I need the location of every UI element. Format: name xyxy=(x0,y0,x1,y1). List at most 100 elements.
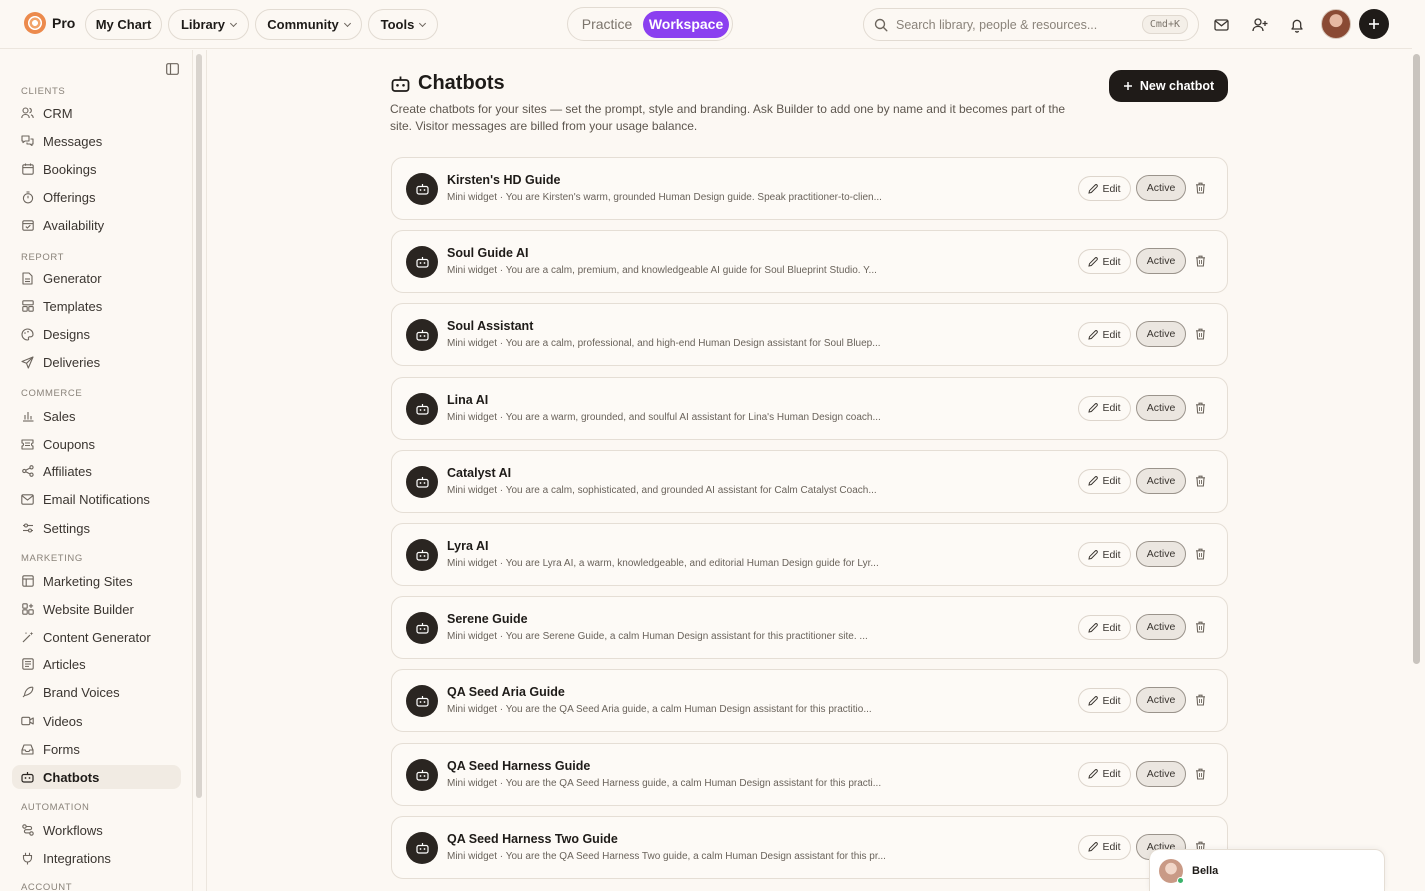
sidebar-item-affiliates[interactable]: Affiliates xyxy=(12,459,181,483)
chatbot-name: Lina AI xyxy=(447,392,489,407)
online-status-dot xyxy=(1177,876,1184,884)
trash-icon[interactable] xyxy=(1195,693,1206,711)
trash-icon[interactable] xyxy=(1195,181,1206,199)
presence-panel[interactable]: Bella xyxy=(1149,849,1385,891)
sidebar-item-label: Deliveries xyxy=(43,354,101,370)
create-plus-button[interactable] xyxy=(1359,9,1389,39)
trash-icon[interactable] xyxy=(1195,254,1206,272)
chat-bubbles-icon xyxy=(21,135,34,148)
nav-community[interactable]: Community xyxy=(255,9,362,40)
sidebar-item-coupons[interactable]: Coupons xyxy=(12,432,181,456)
edit-chatbot-button[interactable]: Edit xyxy=(1078,468,1131,494)
edit-chatbot-button[interactable]: Edit xyxy=(1078,542,1131,567)
edit-chatbot-button[interactable]: Edit xyxy=(1078,761,1131,787)
plus-icon xyxy=(1369,19,1379,29)
chatbot-name: Soul Guide AI xyxy=(447,246,529,261)
page-scrollbar[interactable] xyxy=(1413,54,1420,664)
chatbot-card: Lyra AI Mini widget · You are Lyra AI, a… xyxy=(391,523,1228,586)
sidebar-item-workflows[interactable]: Workflows xyxy=(12,818,181,842)
sidebar-item-crm[interactable]: CRM xyxy=(12,101,181,125)
trash-icon[interactable] xyxy=(1195,327,1206,345)
chatbot-name: Kirsten's HD Guide xyxy=(447,173,561,187)
nav-tools[interactable]: Tools xyxy=(368,9,438,40)
status-toggle-button[interactable]: Active xyxy=(1136,394,1186,421)
chatbot-description: Mini widget · You are a warm, grounded, … xyxy=(447,411,881,423)
nav-label: Library xyxy=(180,17,226,32)
sidebar-item-label: Sales xyxy=(43,408,76,424)
status-toggle-button[interactable]: Active xyxy=(1136,687,1186,714)
sidebar-item-label: Workflows xyxy=(43,822,103,838)
sidebar-item-brand-voices[interactable]: Brand Voices xyxy=(12,680,181,704)
bot-icon xyxy=(415,476,429,488)
pencil-icon xyxy=(1088,696,1099,706)
mode-workspace[interactable]: Workspace xyxy=(643,10,729,38)
sidebar-item-website-builder[interactable]: Website Builder xyxy=(12,597,181,621)
edit-chatbot-button[interactable]: Edit xyxy=(1078,834,1131,860)
pencil-icon xyxy=(1088,403,1099,413)
sidebar-item-offerings[interactable]: Offerings xyxy=(12,185,181,209)
mail-icon[interactable] xyxy=(1210,14,1232,36)
sidebar-item-email-notifications[interactable]: Email Notifications xyxy=(12,487,181,511)
status-toggle-button[interactable]: Active xyxy=(1136,467,1186,494)
pencil-icon xyxy=(1088,183,1099,194)
chatbot-description: Mini widget · You are Kirsten's warm, gr… xyxy=(447,192,882,203)
mode-switch: Practice Workspace xyxy=(567,7,733,41)
sidebar-item-templates[interactable]: Templates xyxy=(12,294,181,318)
status-toggle-button[interactable]: Active xyxy=(1136,248,1186,275)
sidebar-item-messages[interactable]: Messages xyxy=(12,129,181,153)
edit-chatbot-button[interactable]: Edit xyxy=(1078,615,1131,641)
trash-icon[interactable] xyxy=(1195,401,1206,419)
sidebar-item-sales[interactable]: Sales xyxy=(12,404,181,428)
bar-chart-icon xyxy=(21,410,34,423)
edit-chatbot-button[interactable]: Edit xyxy=(1078,395,1131,421)
section-commerce: COMMERCE xyxy=(21,388,83,399)
status-toggle-button[interactable]: Active xyxy=(1136,175,1186,201)
nav-library[interactable]: Library xyxy=(168,9,249,40)
status-toggle-button[interactable]: Active xyxy=(1136,614,1186,641)
trash-icon[interactable] xyxy=(1195,767,1206,785)
status-toggle-button[interactable]: Active xyxy=(1136,541,1186,567)
edit-chatbot-button[interactable]: Edit xyxy=(1078,249,1131,275)
search-input[interactable]: Search library, people & resources... xyxy=(896,18,1097,32)
bell-icon[interactable] xyxy=(1286,14,1308,36)
sidebar-item-videos[interactable]: Videos xyxy=(12,709,181,733)
trash-icon[interactable] xyxy=(1195,474,1206,492)
nav-label: Community xyxy=(267,17,339,32)
add-user-icon[interactable] xyxy=(1249,14,1271,36)
trash-icon[interactable] xyxy=(1195,547,1206,565)
sidebar-item-generator[interactable]: Generator xyxy=(12,266,181,290)
status-toggle-button[interactable]: Active xyxy=(1136,760,1186,787)
sidebar-item-marketing-sites[interactable]: Marketing Sites xyxy=(12,569,181,593)
sidebar-item-designs[interactable]: Designs xyxy=(12,322,181,346)
sidebar-item-label: Affiliates xyxy=(43,463,92,479)
brand-logo[interactable]: Pro xyxy=(24,12,75,34)
sidebar-item-label: Integrations xyxy=(43,850,111,866)
user-avatar[interactable] xyxy=(1321,9,1351,39)
sidebar-item-availability[interactable]: Availability xyxy=(12,213,181,237)
sidebar-item-settings[interactable]: Settings xyxy=(12,516,181,540)
sidebar-scrollbar[interactable] xyxy=(196,54,202,798)
sidebar-item-deliveries[interactable]: Deliveries xyxy=(12,350,181,374)
mode-practice[interactable]: Practice xyxy=(571,11,643,38)
sidebar-item-content-generator[interactable]: Content Generator xyxy=(12,625,181,649)
sidebar-item-chatbots[interactable]: Chatbots xyxy=(12,765,181,789)
sidebar-item-label: Website Builder xyxy=(43,601,134,617)
trash-icon[interactable] xyxy=(1195,620,1206,638)
nav-my-chart[interactable]: My Chart xyxy=(85,9,162,40)
sidebar-item-bookings[interactable]: Bookings xyxy=(12,157,181,181)
search-bar[interactable]: Search library, people & resources... Cm… xyxy=(863,8,1199,41)
sidebar-item-articles[interactable]: Articles xyxy=(12,652,181,676)
browser-icon xyxy=(21,575,34,588)
new-chatbot-button[interactable]: New chatbot xyxy=(1109,70,1228,102)
status-toggle-button[interactable]: Active xyxy=(1136,321,1186,348)
edit-chatbot-button[interactable]: Edit xyxy=(1078,322,1131,348)
sidebar-item-label: Content Generator xyxy=(43,629,151,645)
sidebar-item-forms[interactable]: Forms xyxy=(12,737,181,761)
sidebar-item-label: Generator xyxy=(43,270,102,286)
sidebar-item-integrations[interactable]: Integrations xyxy=(12,846,181,870)
pencil-icon xyxy=(1088,549,1099,560)
sidebar-collapse-icon[interactable] xyxy=(166,62,179,80)
edit-chatbot-button[interactable]: Edit xyxy=(1078,176,1131,201)
edit-chatbot-button[interactable]: Edit xyxy=(1078,688,1131,714)
edit-label: Edit xyxy=(1102,475,1121,488)
